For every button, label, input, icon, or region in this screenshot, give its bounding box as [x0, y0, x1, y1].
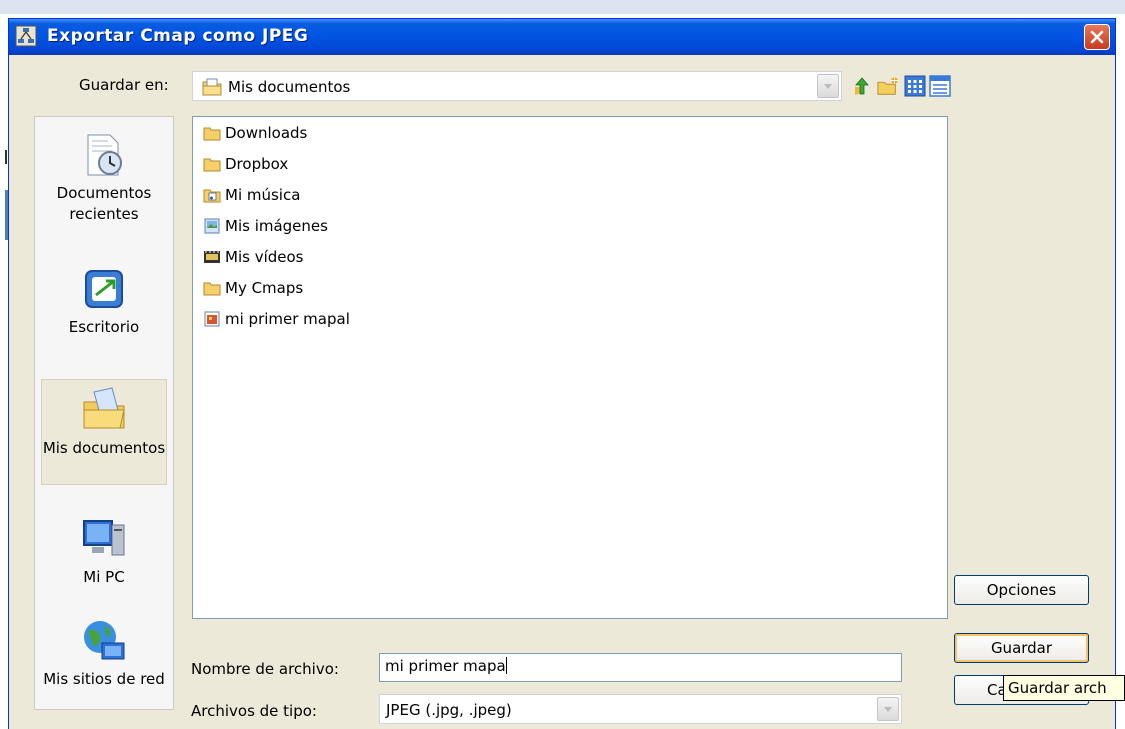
cmap-file-icon	[204, 311, 220, 327]
file-name: My Cmaps	[225, 279, 304, 297]
filetype-label: Archivos de tipo:	[191, 702, 317, 720]
folder-icon	[203, 158, 221, 172]
list-item[interactable]: My Cmaps	[203, 277, 303, 299]
place-my-documents[interactable]: Mis documentos	[41, 379, 167, 485]
title-bar[interactable]: Exportar Cmap como JPEG	[9, 19, 1115, 55]
filename-label: Nombre de archivo:	[191, 660, 339, 678]
cursor-mark	[5, 150, 7, 164]
list-item[interactable]: mi primer mapal	[203, 308, 350, 330]
my-documents-small-icon	[202, 78, 222, 96]
file-name: Mi música	[225, 186, 301, 204]
place-desktop[interactable]: Escritorio	[35, 265, 173, 338]
up-one-level-icon[interactable]	[851, 75, 873, 97]
save-in-combobox[interactable]: Mis documentos	[192, 71, 842, 101]
place-network[interactable]: Mis sitios de red	[35, 617, 173, 690]
my-computer-icon	[83, 520, 125, 556]
file-name: Dropbox	[225, 155, 289, 173]
save-in-label: Guardar en:	[79, 76, 169, 94]
place-my-computer[interactable]: Mi PC	[35, 515, 173, 588]
place-label: Mi PC	[83, 568, 125, 586]
list-item[interactable]: Mi música	[203, 184, 300, 206]
window-title: Exportar Cmap como JPEG	[47, 26, 309, 46]
details-view-icon[interactable]	[929, 75, 951, 97]
filetype-combobox[interactable]: JPEG (.jpg, .jpeg)	[379, 694, 902, 724]
place-label: Mis documentos	[42, 439, 166, 457]
chevron-down-icon[interactable]	[877, 697, 899, 721]
list-item[interactable]: Mis vídeos	[203, 246, 303, 268]
videos-folder-icon	[204, 251, 220, 263]
save-button[interactable]: Guardar	[954, 633, 1089, 663]
pictures-folder-icon	[204, 218, 220, 234]
file-name: mi primer mapal	[225, 310, 350, 328]
close-icon	[1090, 30, 1104, 44]
place-recent-documents[interactable]: Documentos recientes	[35, 131, 173, 225]
cmap-app-icon	[15, 25, 37, 47]
my-documents-icon	[83, 387, 125, 429]
place-label: Documentos recientes	[56, 184, 152, 223]
file-list[interactable]: Downloads Dropbox Mi música Mis imágenes…	[192, 116, 948, 619]
list-view-icon[interactable]	[904, 75, 926, 97]
new-folder-icon[interactable]	[877, 75, 899, 97]
filename-value: mi primer mapa	[385, 657, 506, 675]
desktop-background	[0, 0, 1125, 14]
file-name: Mis imágenes	[225, 217, 328, 235]
place-label: Mis sitios de red	[43, 670, 165, 688]
desktop-icon	[85, 270, 123, 308]
file-name: Mis vídeos	[225, 248, 304, 266]
list-item[interactable]: Downloads	[203, 122, 307, 144]
close-button[interactable]	[1084, 24, 1110, 50]
list-item[interactable]: Dropbox	[203, 153, 288, 175]
file-name: Downloads	[225, 124, 308, 142]
filetype-value: JPEG (.jpg, .jpeg)	[386, 701, 512, 719]
save-button-tooltip: Guardar arch	[1003, 675, 1125, 701]
folder-icon	[203, 127, 221, 141]
list-item[interactable]: Mis imágenes	[203, 215, 328, 237]
filename-field[interactable]: mi primer mapa	[379, 653, 902, 682]
place-label: Escritorio	[68, 318, 140, 336]
save-dialog: Exportar Cmap como JPEG Guardar en: Mis …	[8, 18, 1116, 729]
text-caret	[505, 657, 507, 674]
folder-icon	[203, 282, 221, 296]
options-button[interactable]: Opciones	[954, 575, 1089, 605]
chevron-down-icon[interactable]	[817, 74, 839, 98]
network-places-icon	[84, 621, 125, 660]
recent-documents-icon	[87, 134, 122, 176]
music-folder-icon	[203, 189, 221, 203]
save-in-value: Mis documentos	[228, 78, 351, 96]
places-bar: Documentos recientes Escritorio Mis docu…	[34, 116, 174, 710]
